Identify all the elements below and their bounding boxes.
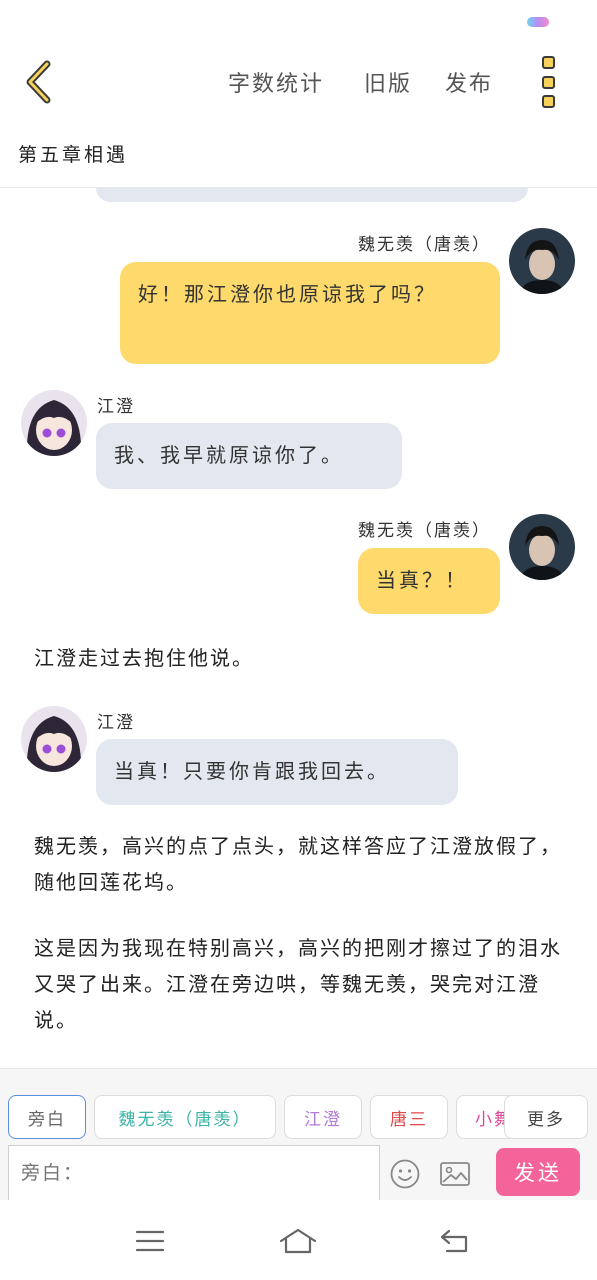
back-arrow-icon bbox=[440, 1229, 468, 1253]
role-chip-narrator[interactable]: 旁白 bbox=[8, 1095, 86, 1139]
back-button[interactable] bbox=[18, 58, 58, 106]
role-chip-tangsan[interactable]: 唐三 bbox=[370, 1095, 448, 1139]
home-icon bbox=[279, 1228, 317, 1254]
speaker-name: 魏无羡（唐羡） bbox=[358, 235, 491, 255]
more-menu-button[interactable] bbox=[535, 56, 561, 108]
narration-text[interactable]: 江澄走过去抱住他说。 bbox=[34, 640, 564, 676]
role-chip-jiangcheng[interactable]: 江澄 bbox=[284, 1095, 362, 1139]
chat-area[interactable]: 魏无羡（唐羡） 好！那江澄你也原谅我了吗？ 江澄 我、我早就原谅你了。 魏无羡（… bbox=[0, 188, 597, 1068]
menu-dot-icon bbox=[541, 95, 555, 108]
back-nav-button[interactable] bbox=[435, 1224, 475, 1258]
chevron-left-icon bbox=[26, 60, 51, 104]
status-indicator bbox=[527, 17, 549, 27]
speaker-name: 江澄 bbox=[97, 397, 135, 417]
top-bar: 字数统计 旧版 发布 bbox=[0, 44, 597, 120]
send-button[interactable]: 发送 bbox=[496, 1148, 580, 1196]
character-portrait-icon bbox=[509, 228, 575, 294]
avatar[interactable] bbox=[509, 228, 575, 294]
word-count-button[interactable]: 字数统计 bbox=[228, 66, 324, 98]
menu-dot-icon bbox=[541, 56, 555, 69]
status-bar bbox=[0, 0, 597, 44]
smiley-icon bbox=[390, 1159, 420, 1189]
narration-text[interactable]: 这是因为我现在特别高兴，高兴的把刚才擦过了的泪水又哭了出来。江澄在旁边哄，等魏无… bbox=[34, 930, 564, 1038]
image-button[interactable] bbox=[438, 1157, 472, 1191]
previous-bubble bbox=[96, 188, 528, 202]
message-bubble[interactable]: 我、我早就原谅你了。 bbox=[96, 423, 402, 489]
message-bubble[interactable]: 当真！只要你肯跟我回去。 bbox=[96, 739, 458, 805]
menu-dot-icon bbox=[541, 75, 555, 89]
old-version-button[interactable]: 旧版 bbox=[364, 66, 412, 98]
message-bubble[interactable]: 当真？！ bbox=[358, 548, 500, 614]
image-icon bbox=[440, 1162, 470, 1186]
home-nav-button[interactable] bbox=[278, 1224, 318, 1258]
chapter-title[interactable]: 第五章相遇 bbox=[18, 140, 128, 167]
publish-button[interactable]: 发布 bbox=[445, 66, 493, 98]
avatar[interactable] bbox=[21, 390, 87, 456]
avatar[interactable] bbox=[509, 514, 575, 580]
character-portrait-icon bbox=[21, 390, 87, 456]
system-nav-bar bbox=[0, 1200, 597, 1280]
emoji-button[interactable] bbox=[388, 1157, 422, 1191]
role-chip-weiwuxian[interactable]: 魏无羡（唐羡） bbox=[94, 1095, 276, 1139]
menu-nav-button[interactable] bbox=[130, 1224, 170, 1258]
character-portrait-icon bbox=[21, 706, 87, 772]
message-bubble[interactable]: 好！那江澄你也原谅我了吗？ bbox=[120, 262, 500, 364]
role-selector-bar: 旁白 魏无羡（唐羡） 江澄 唐三 小舞 更多 发送 bbox=[0, 1068, 597, 1201]
speaker-name: 魏无羡（唐羡） bbox=[358, 521, 491, 541]
avatar[interactable] bbox=[21, 706, 87, 772]
more-roles-button[interactable]: 更多 bbox=[504, 1095, 588, 1139]
character-portrait-icon bbox=[509, 514, 575, 580]
message-input[interactable] bbox=[8, 1145, 380, 1201]
narration-text[interactable]: 魏无羡，高兴的点了点头，就这样答应了江澄放假了，随他回莲花坞。 bbox=[34, 828, 564, 900]
hamburger-icon bbox=[135, 1230, 165, 1252]
speaker-name: 江澄 bbox=[97, 713, 135, 733]
